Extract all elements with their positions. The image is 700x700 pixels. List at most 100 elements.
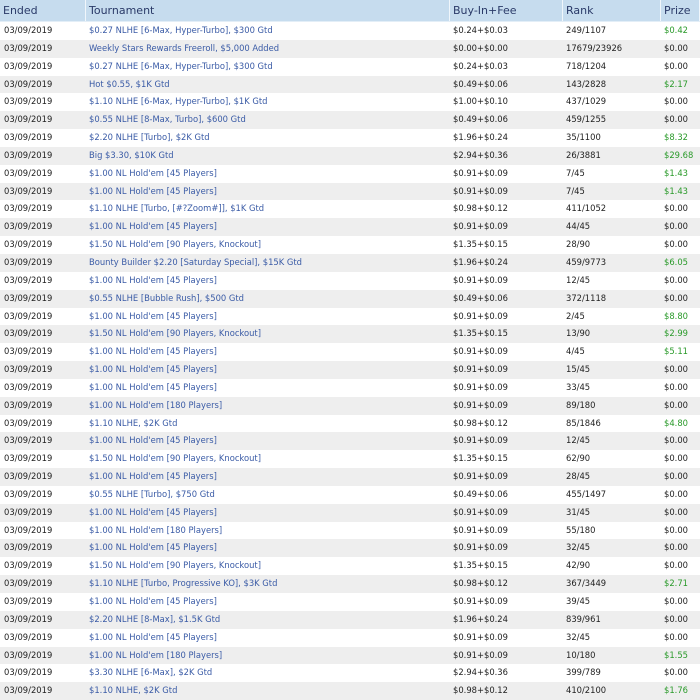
table-row[interactable]: 03/09/2019 Hot $0.55, $1K Gtd $0.49+$0.06 1…	[0, 75, 700, 94]
cell-buyin: $0.91+$0.09	[453, 310, 508, 321]
table-row[interactable]: 03/09/2019 $1.10 NLHE [6-Max, Hyper-Turbo…	[0, 93, 700, 112]
cell-buyin: $0.49+$0.06	[453, 488, 508, 499]
cell-rank: 4/45	[566, 346, 585, 357]
cell-buyin: $0.98+$0.12	[453, 578, 508, 589]
table-row[interactable]: 03/09/2019 $1.00 NL Hold'em [45 Players] $…	[0, 271, 700, 290]
table-row[interactable]: 03/09/2019 $1.00 NL Hold'em [180 Players]…	[0, 396, 700, 415]
table-row[interactable]: 03/09/2019 $1.00 NL Hold'em [45 Players] $…	[0, 343, 700, 362]
table-row[interactable]: 03/09/2019 $1.00 NL Hold'em [45 Players] $…	[0, 164, 700, 183]
cell-rank: 2/45	[566, 310, 585, 321]
cell-prize: $0.00	[664, 524, 688, 535]
cell-tournament: $0.27 NLHE [6-Max, Hyper-Turbo], $300 Gt…	[89, 25, 273, 35]
cell-ended: 03/09/2019	[4, 114, 53, 125]
cell-ended: 03/09/2019	[4, 25, 53, 35]
column-header-ended[interactable]: Ended	[0, 0, 86, 21]
cell-tournament: $1.50 NL Hold'em [90 Players, Knockout]	[89, 239, 261, 250]
cell-rank: 32/45	[566, 542, 591, 553]
table-row[interactable]: 03/09/2019 $1.00 NL Hold'em [45 Players] $…	[0, 361, 700, 379]
table-row[interactable]: 03/09/2019 $1.00 NL Hold'em [45 Players] $…	[0, 468, 700, 486]
cell-ended: 03/09/2019	[4, 471, 53, 482]
cell-buyin: $1.96+$0.24	[453, 132, 508, 143]
cell-ended: 03/09/2019	[4, 42, 53, 53]
cell-tournament: $1.00 NL Hold'em [180 Players]	[89, 399, 223, 410]
table-row[interactable]: 03/09/2019 $1.50 NL Hold'em [90 Players, …	[0, 557, 700, 576]
table-row[interactable]: 03/09/2019 $1.10 NLHE, $2K Gtd $0.98+$0.12…	[0, 414, 700, 433]
cell-rank: 839/961	[566, 613, 601, 624]
cell-rank: 411/1052	[566, 203, 607, 214]
cell-ended: 03/09/2019	[4, 132, 53, 143]
cell-tournament: $3.30 NLHE [6-Max], $2K Gtd	[89, 667, 213, 678]
table-row[interactable]: 03/09/2019 $1.00 NL Hold'em [45 Players] $…	[0, 432, 700, 451]
cell-buyin: $0.91+$0.09	[453, 649, 508, 660]
table-row[interactable]: 03/09/2019 $1.00 NL Hold'em [45 Players] $…	[0, 593, 700, 611]
cell-ended: 03/09/2019	[4, 667, 53, 678]
cell-buyin: $0.98+$0.12	[453, 417, 508, 428]
cell-buyin: $0.49+$0.06	[453, 114, 508, 125]
cell-rank: 42/90	[566, 560, 591, 571]
cell-buyin: $0.91+$0.09	[453, 221, 508, 232]
column-header-prize[interactable]: Prize	[661, 0, 700, 21]
table-row[interactable]: 03/09/2019 $0.27 NLHE [6-Max, Hyper-Turbo…	[0, 22, 700, 40]
table-row[interactable]: 03/09/2019 $0.27 NLHE [6-Max, Hyper-Turbo…	[0, 57, 700, 76]
table-row[interactable]: 03/09/2019 $3.30 NLHE [6-Max], $2K Gtd $2.…	[0, 664, 700, 683]
table-row[interactable]: 03/09/2019 $1.10 NLHE, $2K Gtd $0.98+$0.12…	[0, 682, 700, 700]
cell-prize: $0.00	[664, 506, 688, 517]
cell-prize: $0.00	[664, 203, 688, 214]
cell-ended: 03/09/2019	[4, 399, 53, 410]
table-row[interactable]: 03/09/2019 $0.55 NLHE [Turbo], $750 Gtd $0…	[0, 485, 700, 504]
cell-rank: 7/45	[566, 167, 585, 178]
cell-rank: 44/45	[566, 221, 591, 232]
table-row[interactable]: 03/09/2019 $1.00 NL Hold'em [180 Players]…	[0, 521, 700, 540]
cell-buyin: $0.91+$0.09	[453, 274, 508, 285]
cell-ended: 03/09/2019	[4, 488, 53, 499]
cell-rank: 55/180	[566, 524, 596, 535]
cell-ended: 03/09/2019	[4, 417, 53, 428]
table-row[interactable]: 03/09/2019 $0.55 NLHE [8-Max, Turbo], $60…	[0, 111, 700, 130]
cell-tournament: $2.20 NLHE [8-Max], $1.5K Gtd	[89, 613, 221, 624]
cell-buyin: $0.91+$0.09	[453, 364, 508, 375]
table-row[interactable]: 03/09/2019 $2.20 NLHE [Turbo], $2K Gtd $1.…	[0, 129, 700, 147]
table-row[interactable]: 03/09/2019 $1.00 NL Hold'em [45 Players] $…	[0, 503, 700, 522]
table-row[interactable]: 03/09/2019 $1.50 NL Hold'em [90 Players, …	[0, 236, 700, 254]
cell-prize: $0.00	[664, 292, 688, 303]
cell-tournament: $1.00 NL Hold'em [45 Players]	[89, 221, 217, 232]
table-row[interactable]: 03/09/2019 $1.00 NL Hold'em [45 Players] $…	[0, 539, 700, 558]
table-row[interactable]: 03/09/2019 Weekly Stars Rewards Freeroll,…	[0, 39, 700, 58]
cell-rank: 455/1497	[566, 488, 607, 499]
table-row[interactable]: 03/09/2019 $1.10 NLHE [Turbo, [#?Zoom#]],…	[0, 200, 700, 219]
table-row[interactable]: 03/09/2019 Bounty Builder $2.20 [Saturday…	[0, 253, 700, 272]
cell-buyin: $0.24+$0.03	[453, 60, 508, 71]
cell-rank: 10/180	[566, 649, 596, 660]
cell-ended: 03/09/2019	[4, 167, 53, 178]
table-row[interactable]: 03/09/2019 $1.00 NL Hold'em [45 Players] $…	[0, 182, 700, 201]
cell-buyin: $1.35+$0.15	[453, 453, 508, 464]
table-row[interactable]: 03/09/2019 $1.10 NLHE [Turbo, Progressive…	[0, 575, 700, 593]
cell-buyin: $0.24+$0.03	[453, 25, 508, 35]
cell-prize: $0.00	[664, 364, 688, 375]
cell-tournament: Big $3.30, $10K Gtd	[89, 149, 174, 160]
column-header-tournament[interactable]: Tournament	[86, 0, 450, 21]
table-row[interactable]: 03/09/2019 Big $3.30, $10K Gtd $2.94+$0.36…	[0, 146, 700, 165]
table-row[interactable]: 03/09/2019 $1.00 NL Hold'em [180 Players]…	[0, 646, 700, 665]
column-header-rank[interactable]: Rank	[563, 0, 661, 21]
table-row[interactable]: 03/09/2019 $1.50 NL Hold'em [90 Players, …	[0, 325, 700, 344]
cell-prize: $0.42	[664, 25, 688, 35]
cell-tournament: $1.00 NL Hold'em [45 Players]	[89, 274, 217, 285]
cell-prize: $0.00	[664, 631, 688, 642]
cell-ended: 03/09/2019	[4, 542, 53, 553]
cell-rank: 718/1204	[566, 60, 607, 71]
cell-ended: 03/09/2019	[4, 560, 53, 571]
table-row[interactable]: 03/09/2019 $0.55 NLHE [Bubble Rush], $500…	[0, 289, 700, 308]
cell-buyin: $2.94+$0.36	[453, 667, 508, 678]
table-row[interactable]: 03/09/2019 $1.00 NL Hold'em [45 Players] $…	[0, 307, 700, 326]
table-row[interactable]: 03/09/2019 $1.00 NL Hold'em [45 Players] $…	[0, 378, 700, 397]
cell-ended: 03/09/2019	[4, 221, 53, 232]
table-row[interactable]: 03/09/2019 $1.50 NL Hold'em [90 Players, …	[0, 450, 700, 469]
cell-ended: 03/09/2019	[4, 453, 53, 464]
column-header-buyin[interactable]: Buy-In+Fee	[450, 0, 563, 21]
table-row[interactable]: 03/09/2019 $1.00 NL Hold'em [45 Players] $…	[0, 218, 700, 237]
cell-tournament: Bounty Builder $2.20 [Saturday Special],…	[89, 256, 302, 267]
table-row[interactable]: 03/09/2019 $1.00 NL Hold'em [45 Players] $…	[0, 628, 700, 647]
table-row[interactable]: 03/09/2019 $2.20 NLHE [8-Max], $1.5K Gtd $…	[0, 610, 700, 629]
cell-rank: 85/1846	[566, 417, 601, 428]
